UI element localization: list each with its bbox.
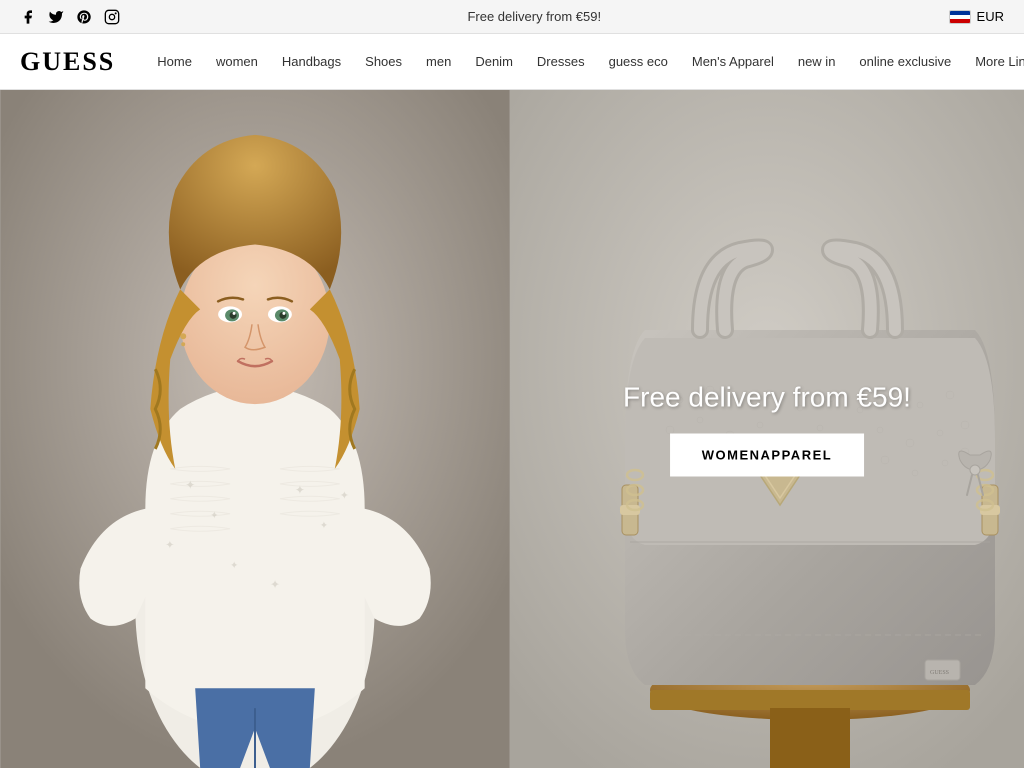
twitter-icon[interactable] xyxy=(48,9,64,25)
brand-logo[interactable]: GUESS xyxy=(20,47,115,77)
nav-mens-apparel[interactable]: Men's Apparel xyxy=(680,34,786,90)
svg-text:✦: ✦ xyxy=(320,521,328,532)
promo-message: Free delivery from €59! xyxy=(467,9,601,24)
svg-text:✦: ✦ xyxy=(230,561,238,572)
nav-home[interactable]: Home xyxy=(145,34,204,90)
nav-handbags[interactable]: Handbags xyxy=(270,34,353,90)
navbar: GUESS Home women Handbags Shoes men Deni… xyxy=(0,34,1024,90)
social-icons xyxy=(20,9,120,25)
hero-promo-text: Free delivery from €59! xyxy=(623,382,911,414)
nav-guess-eco[interactable]: guess eco xyxy=(597,34,680,90)
cta-button[interactable]: WOMENAPPAREL xyxy=(670,434,864,477)
eu-flag-icon xyxy=(949,10,971,24)
nav-links: Home women Handbags Shoes men Denim Dres… xyxy=(145,34,1024,90)
svg-text:✦: ✦ xyxy=(165,540,174,552)
nav-denim[interactable]: Denim xyxy=(463,34,525,90)
currency-label: EUR xyxy=(977,9,1004,24)
pinterest-icon[interactable] xyxy=(76,9,92,25)
svg-text:GUESS: GUESS xyxy=(930,670,949,676)
nav-new-in[interactable]: new in xyxy=(786,34,848,90)
hero-left-panel: ✦ ✦ ✦ ✦ ✦ ✦ ✦ ✦ xyxy=(0,90,510,768)
svg-text:✦: ✦ xyxy=(270,578,280,592)
hero-section: ✦ ✦ ✦ ✦ ✦ ✦ ✦ ✦ xyxy=(0,90,1024,768)
nav-shoes[interactable]: Shoes xyxy=(353,34,414,90)
facebook-icon[interactable] xyxy=(20,9,36,25)
currency-selector[interactable]: EUR xyxy=(949,9,1004,24)
svg-text:✦: ✦ xyxy=(210,511,218,522)
nav-men[interactable]: men xyxy=(414,34,463,90)
nav-women[interactable]: women xyxy=(204,34,270,90)
hero-overlay: Free delivery from €59! WOMENAPPAREL xyxy=(623,382,911,477)
svg-text:✦: ✦ xyxy=(295,483,305,497)
svg-text:✦: ✦ xyxy=(340,490,349,502)
nav-more-links[interactable]: More Links xyxy=(963,34,1024,90)
instagram-icon[interactable] xyxy=(104,9,120,25)
nav-online-exclusive[interactable]: online exclusive xyxy=(847,34,963,90)
top-bar: Free delivery from €59! EUR xyxy=(0,0,1024,34)
nav-dresses[interactable]: Dresses xyxy=(525,34,597,90)
hero-right-panel: GUESS GUESS xyxy=(510,90,1024,768)
svg-text:✦: ✦ xyxy=(185,478,195,492)
